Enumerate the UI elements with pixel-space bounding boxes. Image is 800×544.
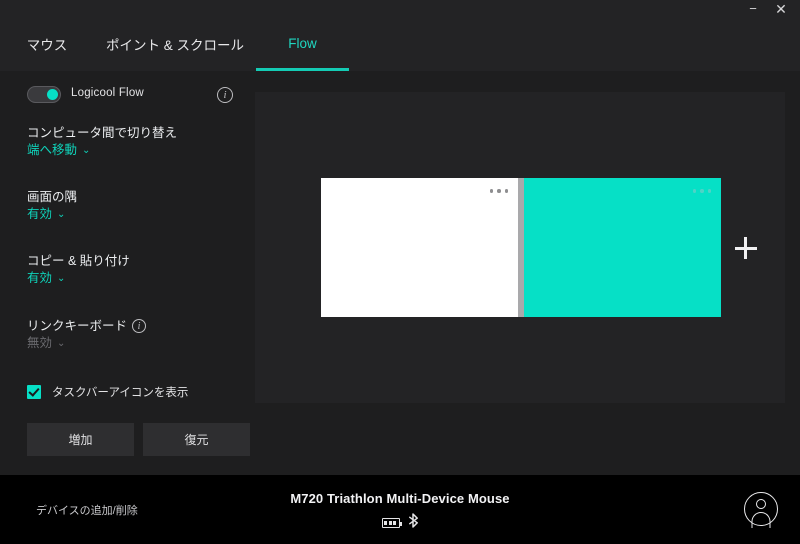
screen-arrangement bbox=[321, 178, 721, 317]
setting-value-dropdown[interactable]: 有効 ⌄ bbox=[27, 270, 242, 287]
logicool-flow-toggle[interactable] bbox=[27, 86, 61, 103]
add-button[interactable]: 増加 bbox=[27, 423, 134, 456]
flow-toggle-row: Logicool Flow i bbox=[27, 84, 237, 106]
setting-value-text: 有効 bbox=[27, 207, 52, 221]
tab-flow[interactable]: Flow bbox=[256, 16, 349, 71]
toggle-knob bbox=[47, 89, 58, 100]
setting-value-text: 無効 bbox=[27, 336, 52, 350]
tab-mouse[interactable]: マウス bbox=[8, 16, 86, 71]
bluetooth-glyph bbox=[408, 513, 419, 528]
content-area: Logicool Flow i コンピュータ間で切り替え 端へ移動 ⌄ 画面の隅 … bbox=[0, 71, 800, 475]
tab-bar: マウス ポイント & スクロール Flow bbox=[0, 16, 800, 71]
setting-value-dropdown[interactable]: 有効 ⌄ bbox=[27, 206, 242, 223]
restore-button[interactable]: 復元 bbox=[143, 423, 250, 456]
tab-mouse-label: マウス bbox=[27, 34, 68, 54]
setting-value-text: 有効 bbox=[27, 271, 52, 285]
settings-sidebar: Logicool Flow i コンピュータ間で切り替え 端へ移動 ⌄ 画面の隅 … bbox=[0, 71, 255, 475]
chevron-down-icon: ⌄ bbox=[57, 206, 65, 223]
setting-screen-corner: 画面の隅 有効 ⌄ bbox=[27, 189, 242, 223]
logicool-flow-label: Logicool Flow bbox=[71, 87, 144, 99]
avatar-body bbox=[752, 512, 771, 528]
device-info: M720 Triathlon Multi-Device Mouse bbox=[0, 491, 800, 533]
logitech-options-window: − ✕ マウス ポイント & スクロール Flow Logicool Flow … bbox=[0, 0, 800, 544]
screen-1[interactable] bbox=[321, 178, 518, 317]
setting-link-keyboard: リンクキーボード i 無効 ⌄ bbox=[27, 317, 242, 352]
tab-point-and-scroll-label: ポイント & スクロール bbox=[106, 34, 244, 54]
tab-flow-label: Flow bbox=[288, 36, 317, 51]
setting-value-dropdown: 無効 ⌄ bbox=[27, 335, 242, 352]
avatar-head bbox=[756, 499, 766, 509]
footer-bar: デバイスの追加/削除 M720 Triathlon Multi-Device M… bbox=[0, 475, 800, 544]
tab-point-and-scroll[interactable]: ポイント & スクロール bbox=[100, 16, 250, 71]
sidebar-button-row: 増加 復元 bbox=[27, 423, 250, 456]
show-taskbar-icon-checkbox[interactable] bbox=[27, 385, 41, 399]
chevron-down-icon: ⌄ bbox=[57, 270, 65, 287]
setting-label: 画面の隅 bbox=[27, 189, 242, 205]
plus-icon[interactable] bbox=[735, 237, 757, 259]
link-keyboard-info-icon[interactable]: i bbox=[132, 319, 146, 333]
flow-info-icon[interactable]: i bbox=[217, 87, 233, 103]
bluetooth-icon bbox=[408, 513, 419, 533]
setting-switch-between-computers: コンピュータ間で切り替え 端へ移動 ⌄ bbox=[27, 125, 242, 159]
setting-label: リンクキーボード bbox=[27, 318, 127, 334]
setting-label: コンピュータ間で切り替え bbox=[27, 125, 242, 141]
setting-label: コピー & 貼り付け bbox=[27, 253, 242, 269]
title-bar bbox=[0, 0, 800, 16]
chevron-down-icon: ⌄ bbox=[82, 142, 90, 159]
device-name: M720 Triathlon Multi-Device Mouse bbox=[0, 491, 800, 506]
device-status-icons bbox=[0, 513, 800, 533]
user-avatar-icon[interactable] bbox=[744, 492, 778, 526]
screen-2[interactable] bbox=[524, 178, 721, 317]
show-taskbar-icon-label: タスクバーアイコンを表示 bbox=[52, 384, 188, 400]
setting-label-row: リンクキーボード i bbox=[27, 317, 242, 334]
setting-copy-paste: コピー & 貼り付け 有効 ⌄ bbox=[27, 253, 242, 287]
setting-value-dropdown[interactable]: 端へ移動 ⌄ bbox=[27, 142, 242, 159]
more-options-icon[interactable] bbox=[490, 189, 509, 193]
more-options-icon[interactable] bbox=[693, 189, 712, 193]
show-taskbar-icon-row[interactable]: タスクバーアイコンを表示 bbox=[27, 383, 188, 401]
flow-canvas bbox=[255, 92, 785, 403]
setting-value-text: 端へ移動 bbox=[27, 143, 77, 157]
battery-icon bbox=[382, 518, 400, 528]
chevron-down-icon: ⌄ bbox=[57, 335, 65, 352]
